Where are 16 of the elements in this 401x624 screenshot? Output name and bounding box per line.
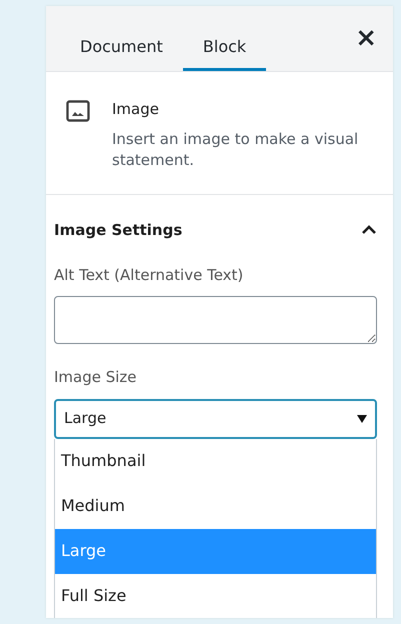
dropdown-option[interactable]: Full Size <box>55 574 376 618</box>
field-label: Alt Text (Alternative Text) <box>54 264 244 286</box>
select-field[interactable]: Large <box>54 398 377 438</box>
tab[interactable]: Block <box>182 6 266 71</box>
tab[interactable]: Document <box>60 6 183 71</box>
dropdown-option[interactable]: Medium <box>55 484 376 528</box>
section-header[interactable]: Image Settings <box>54 219 377 242</box>
caret-icon <box>357 414 367 422</box>
alt-text-field[interactable] <box>54 296 377 344</box>
image-icon <box>66 100 90 122</box>
close-button[interactable]: × <box>339 6 393 71</box>
chevron-icon <box>361 225 377 236</box>
block-description: Insert an image to make a visual statement. <box>112 128 360 172</box>
field-label: Image Size <box>54 367 138 388</box>
dropdown-option[interactable]: Thumbnail <box>55 438 376 484</box>
block-title: Image <box>112 99 160 120</box>
